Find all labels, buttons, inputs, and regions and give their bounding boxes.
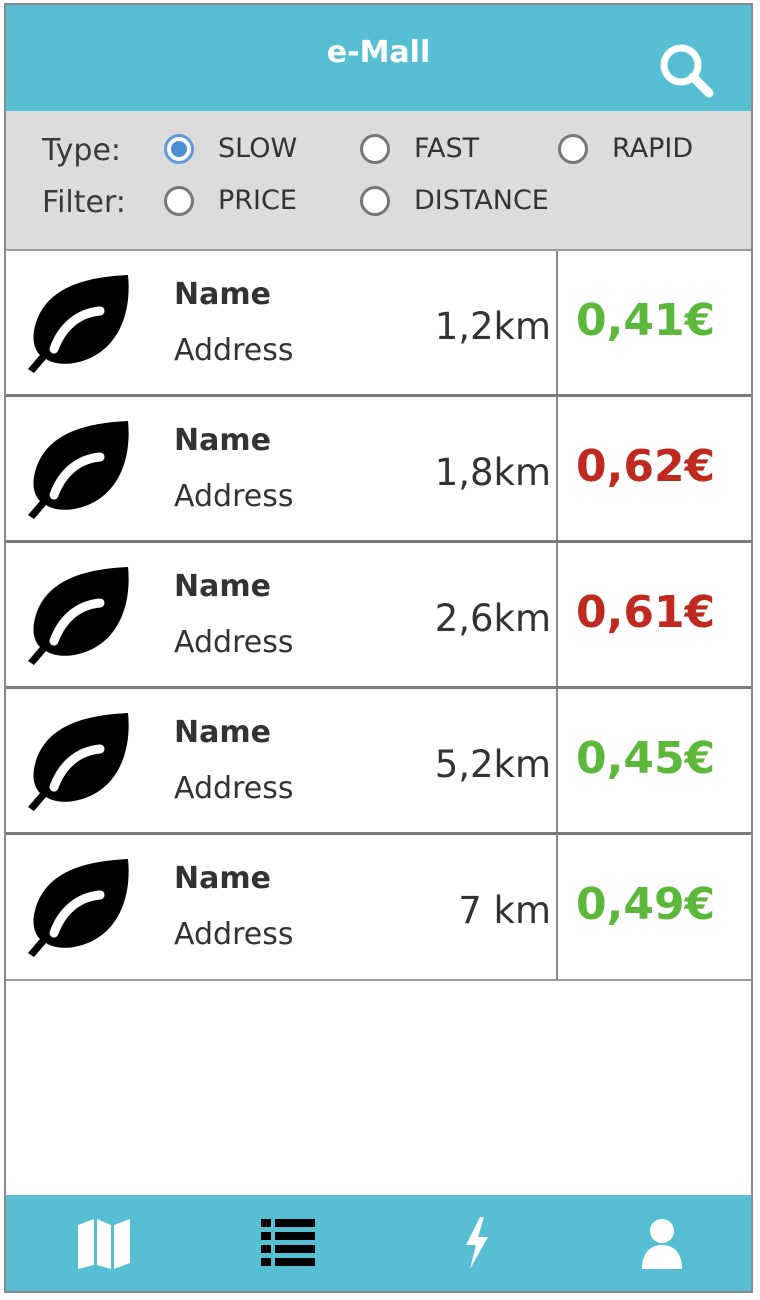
user-icon[interactable] bbox=[632, 1215, 692, 1271]
type-option-fast[interactable]: FAST bbox=[360, 133, 479, 164]
station-price: 0,41€ bbox=[576, 295, 716, 346]
station-distance: 1,8km bbox=[434, 451, 551, 494]
station-price: 0,62€ bbox=[576, 441, 716, 492]
station-row[interactable]: Name Address 7 km 0,49€ bbox=[6, 835, 751, 981]
station-distance: 1,2km bbox=[434, 305, 551, 348]
leaf-icon bbox=[28, 421, 129, 519]
station-name: Name bbox=[174, 423, 271, 458]
option-label: FAST bbox=[414, 133, 480, 164]
type-option-slow[interactable]: SLOW bbox=[164, 133, 297, 164]
radio-icon[interactable] bbox=[360, 133, 390, 164]
type-label: Type: bbox=[42, 133, 122, 168]
row-divider bbox=[556, 689, 558, 832]
station-row[interactable]: Name Address 5,2km 0,45€ bbox=[6, 689, 751, 835]
station-distance: 2,6km bbox=[434, 597, 551, 640]
station-name: Name bbox=[174, 277, 271, 312]
radio-icon[interactable] bbox=[164, 185, 194, 216]
station-list: Name Address 1,2km 0,41€ Name Address 1,… bbox=[6, 251, 751, 981]
leaf-icon bbox=[28, 275, 129, 373]
option-label: PRICE bbox=[218, 185, 297, 216]
leaf-icon bbox=[28, 859, 129, 957]
row-divider bbox=[556, 543, 558, 686]
row-divider bbox=[556, 251, 558, 394]
station-name: Name bbox=[174, 861, 271, 896]
row-divider bbox=[556, 397, 558, 540]
station-address: Address bbox=[174, 917, 294, 952]
station-row[interactable]: Name Address 1,2km 0,41€ bbox=[6, 251, 751, 397]
filter-option-distance[interactable]: DISTANCE bbox=[360, 185, 549, 216]
station-address: Address bbox=[174, 625, 294, 660]
app-title: e-Mall bbox=[326, 35, 431, 70]
row-divider bbox=[556, 835, 558, 979]
station-distance: 7 km bbox=[458, 889, 551, 932]
search-icon[interactable] bbox=[657, 41, 715, 99]
option-label: DISTANCE bbox=[414, 185, 549, 216]
map-icon[interactable] bbox=[74, 1215, 134, 1271]
station-price: 0,61€ bbox=[576, 587, 716, 638]
filter-option-price[interactable]: PRICE bbox=[164, 185, 297, 216]
app-frame: e-Mall Type: Filter: SLOW FAST RAPID PRI… bbox=[4, 3, 753, 1293]
list-icon[interactable] bbox=[259, 1215, 319, 1271]
radio-icon[interactable] bbox=[360, 185, 390, 216]
station-price: 0,49€ bbox=[576, 879, 716, 930]
type-option-rapid[interactable]: RAPID bbox=[558, 133, 693, 164]
bottom-nav bbox=[6, 1195, 751, 1291]
app-header: e-Mall bbox=[6, 5, 751, 111]
radio-selected-icon[interactable] bbox=[164, 133, 194, 164]
station-address: Address bbox=[174, 479, 294, 514]
station-address: Address bbox=[174, 333, 294, 368]
leaf-icon bbox=[28, 713, 129, 811]
station-name: Name bbox=[174, 715, 271, 750]
leaf-icon bbox=[28, 567, 129, 665]
station-row[interactable]: Name Address 2,6km 0,61€ bbox=[6, 543, 751, 689]
station-price: 0,45€ bbox=[576, 733, 716, 784]
filter-panel: Type: Filter: SLOW FAST RAPID PRICE DIST… bbox=[6, 111, 751, 251]
station-address: Address bbox=[174, 771, 294, 806]
station-name: Name bbox=[174, 569, 271, 604]
station-distance: 5,2km bbox=[434, 743, 551, 786]
bolt-icon[interactable] bbox=[446, 1215, 506, 1271]
radio-icon[interactable] bbox=[558, 133, 588, 164]
option-label: RAPID bbox=[612, 133, 694, 164]
filter-label: Filter: bbox=[42, 185, 126, 220]
station-row[interactable]: Name Address 1,8km 0,62€ bbox=[6, 397, 751, 543]
option-label: SLOW bbox=[218, 133, 298, 164]
